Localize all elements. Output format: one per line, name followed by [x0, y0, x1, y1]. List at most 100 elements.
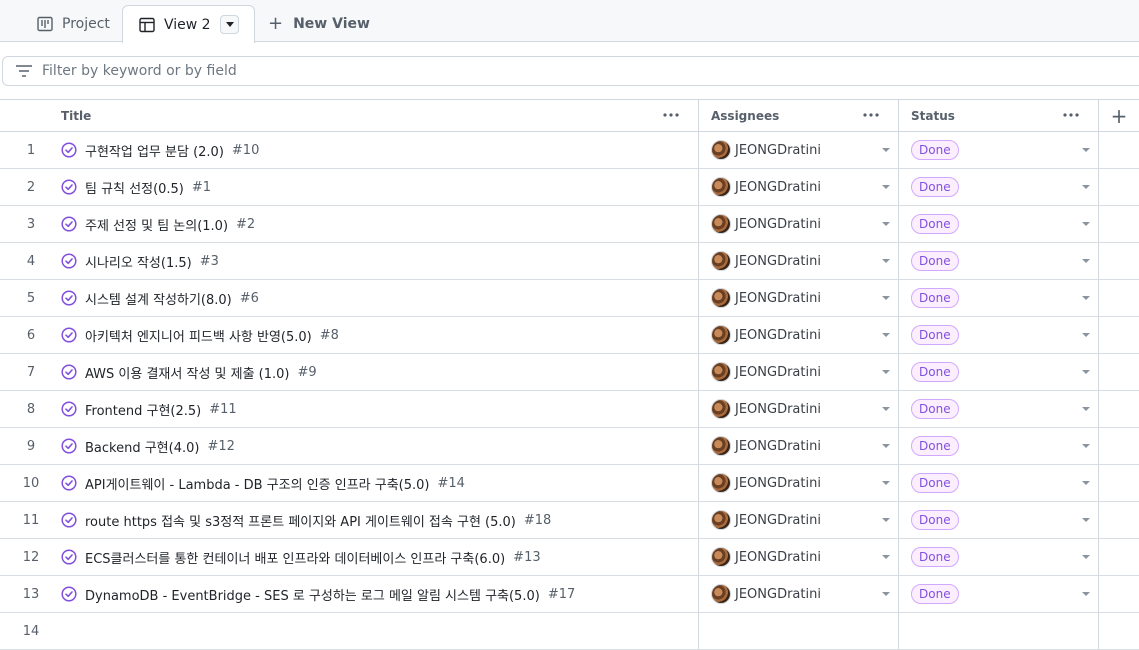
- status-cell[interactable]: Done: [899, 243, 1099, 279]
- status-cell[interactable]: Done: [899, 428, 1099, 464]
- kebab-horizontal-icon[interactable]: [1062, 110, 1080, 120]
- column-header-assignees[interactable]: Assignees: [699, 100, 899, 131]
- chevron-down-icon[interactable]: [1082, 370, 1090, 374]
- status-cell[interactable]: Done: [899, 169, 1099, 205]
- assignees-cell[interactable]: JEONGDratini: [699, 428, 899, 464]
- chevron-down-icon[interactable]: [882, 148, 890, 152]
- view-options-button[interactable]: [220, 15, 239, 34]
- column-header-status[interactable]: Status: [899, 100, 1099, 131]
- status-cell[interactable]: Done: [899, 502, 1099, 538]
- chevron-down-icon[interactable]: [882, 481, 890, 485]
- chevron-down-icon[interactable]: [882, 222, 890, 226]
- assignees-cell[interactable]: [699, 613, 899, 649]
- issue-number[interactable]: #12: [207, 439, 234, 454]
- chevron-down-icon[interactable]: [1082, 555, 1090, 559]
- chevron-down-icon[interactable]: [882, 259, 890, 263]
- chevron-down-icon[interactable]: [1082, 296, 1090, 300]
- chevron-down-icon[interactable]: [1082, 481, 1090, 485]
- table-row[interactable]: 3 주제 선정 및 팀 논의(1.0) #2 JEONGDratini Done: [0, 206, 1139, 243]
- assignees-cell[interactable]: JEONGDratini: [699, 465, 899, 501]
- issue-number[interactable]: #2: [236, 217, 255, 232]
- issue-number[interactable]: #17: [548, 587, 575, 602]
- chevron-down-icon[interactable]: [882, 518, 890, 522]
- chevron-down-icon[interactable]: [1082, 148, 1090, 152]
- status-cell[interactable]: Done: [899, 354, 1099, 390]
- chevron-down-icon[interactable]: [882, 407, 890, 411]
- issue-number[interactable]: #10: [232, 143, 259, 158]
- title-cell[interactable]: Frontend 구현(2.5) #11: [50, 391, 699, 427]
- table-row[interactable]: 10 API게이트웨이 - Lambda - DB 구조의 인증 인프라 구축(…: [0, 465, 1139, 502]
- issue-number[interactable]: #13: [513, 550, 540, 565]
- chevron-down-icon[interactable]: [882, 296, 890, 300]
- assignees-cell[interactable]: JEONGDratini: [699, 169, 899, 205]
- issue-number[interactable]: #11: [209, 402, 236, 417]
- chevron-down-icon[interactable]: [1082, 592, 1090, 596]
- assignees-cell[interactable]: JEONGDratini: [699, 354, 899, 390]
- assignees-cell[interactable]: JEONGDratini: [699, 576, 899, 612]
- kebab-horizontal-icon[interactable]: [862, 110, 880, 120]
- chevron-down-icon[interactable]: [1082, 185, 1090, 189]
- table-row[interactable]: 4 시나리오 작성(1.5) #3 JEONGDratini Done: [0, 243, 1139, 280]
- chevron-down-icon[interactable]: [882, 185, 890, 189]
- issue-title[interactable]: 팀 규칙 선정(0.5): [85, 178, 184, 197]
- tab-project[interactable]: Project: [37, 6, 110, 42]
- status-cell[interactable]: Done: [899, 317, 1099, 353]
- issue-title[interactable]: 주제 선정 및 팀 논의(1.0): [85, 215, 228, 234]
- status-cell[interactable]: Done: [899, 280, 1099, 316]
- issue-title[interactable]: DynamoDB - EventBridge - SES 로 구성하는 로그 메…: [85, 585, 540, 604]
- chevron-down-icon[interactable]: [882, 444, 890, 448]
- assignees-cell[interactable]: JEONGDratini: [699, 243, 899, 279]
- chevron-down-icon[interactable]: [882, 370, 890, 374]
- issue-number[interactable]: #3: [200, 254, 219, 269]
- table-row[interactable]: 8 Frontend 구현(2.5) #11 JEONGDratini Done: [0, 391, 1139, 428]
- filter-input[interactable]: Filter by keyword or by field: [2, 56, 1139, 86]
- issue-title[interactable]: Frontend 구현(2.5): [85, 400, 201, 419]
- issue-title[interactable]: route https 접속 및 s3정적 프론트 페이지와 API 게이트웨이…: [85, 511, 516, 530]
- issue-number[interactable]: #14: [438, 476, 465, 491]
- issue-number[interactable]: #8: [320, 328, 339, 343]
- status-cell[interactable]: Done: [899, 206, 1099, 242]
- issue-title[interactable]: Backend 구현(4.0): [85, 437, 199, 456]
- assignees-cell[interactable]: JEONGDratini: [699, 317, 899, 353]
- title-cell[interactable]: 시스템 설계 작성하기(8.0) #6: [50, 280, 699, 316]
- title-cell[interactable]: 아키텍처 엔지니어 피드백 사항 반영(5.0) #8: [50, 317, 699, 353]
- status-cell[interactable]: Done: [899, 132, 1099, 168]
- table-row[interactable]: 6 아키텍처 엔지니어 피드백 사항 반영(5.0) #8 JEONGDrati…: [0, 317, 1139, 354]
- table-row[interactable]: 2 팀 규칙 선정(0.5) #1 JEONGDratini Done: [0, 169, 1139, 206]
- issue-title[interactable]: ECS클러스터를 통한 컨테이너 배포 인프라와 데이터베이스 인프라 구축(6…: [85, 548, 505, 567]
- chevron-down-icon[interactable]: [882, 592, 890, 596]
- chevron-down-icon[interactable]: [1082, 222, 1090, 226]
- add-field-button[interactable]: +: [1099, 100, 1139, 131]
- title-cell[interactable]: ECS클러스터를 통한 컨테이너 배포 인프라와 데이터베이스 인프라 구축(6…: [50, 539, 699, 575]
- issue-number[interactable]: #6: [240, 291, 259, 306]
- assignees-cell[interactable]: JEONGDratini: [699, 132, 899, 168]
- table-row[interactable]: 5 시스템 설계 작성하기(8.0) #6 JEONGDratini Done: [0, 280, 1139, 317]
- chevron-down-icon[interactable]: [1082, 518, 1090, 522]
- title-cell[interactable]: route https 접속 및 s3정적 프론트 페이지와 API 게이트웨이…: [50, 502, 699, 538]
- status-cell[interactable]: Done: [899, 576, 1099, 612]
- tab-view-2[interactable]: View 2: [122, 5, 255, 43]
- issue-title[interactable]: 시나리오 작성(1.5): [85, 252, 192, 271]
- table-row[interactable]: 9 Backend 구현(4.0) #12 JEONGDratini Done: [0, 428, 1139, 465]
- issue-number[interactable]: #9: [298, 365, 317, 380]
- table-row[interactable]: 14: [0, 613, 1139, 650]
- issue-number[interactable]: #1: [192, 180, 211, 195]
- issue-title[interactable]: 아키텍처 엔지니어 피드백 사항 반영(5.0): [85, 326, 312, 345]
- assignees-cell[interactable]: JEONGDratini: [699, 280, 899, 316]
- chevron-down-icon[interactable]: [1082, 259, 1090, 263]
- kebab-horizontal-icon[interactable]: [662, 110, 680, 120]
- status-cell[interactable]: Done: [899, 391, 1099, 427]
- title-cell[interactable]: AWS 이용 결재서 작성 및 제출 (1.0) #9: [50, 354, 699, 390]
- assignees-cell[interactable]: JEONGDratini: [699, 391, 899, 427]
- title-cell[interactable]: 주제 선정 및 팀 논의(1.0) #2: [50, 206, 699, 242]
- title-cell[interactable]: DynamoDB - EventBridge - SES 로 구성하는 로그 메…: [50, 576, 699, 612]
- chevron-down-icon[interactable]: [1082, 407, 1090, 411]
- table-row[interactable]: 1 구현작업 업무 분담 (2.0) #10 JEONGDratini Done: [0, 132, 1139, 169]
- title-cell[interactable]: [50, 613, 699, 649]
- assignees-cell[interactable]: JEONGDratini: [699, 206, 899, 242]
- new-view-button[interactable]: + New View: [268, 6, 370, 42]
- column-header-title[interactable]: Title: [0, 100, 699, 131]
- title-cell[interactable]: Backend 구현(4.0) #12: [50, 428, 699, 464]
- title-cell[interactable]: API게이트웨이 - Lambda - DB 구조의 인증 인프라 구축(5.0…: [50, 465, 699, 501]
- title-cell[interactable]: 시나리오 작성(1.5) #3: [50, 243, 699, 279]
